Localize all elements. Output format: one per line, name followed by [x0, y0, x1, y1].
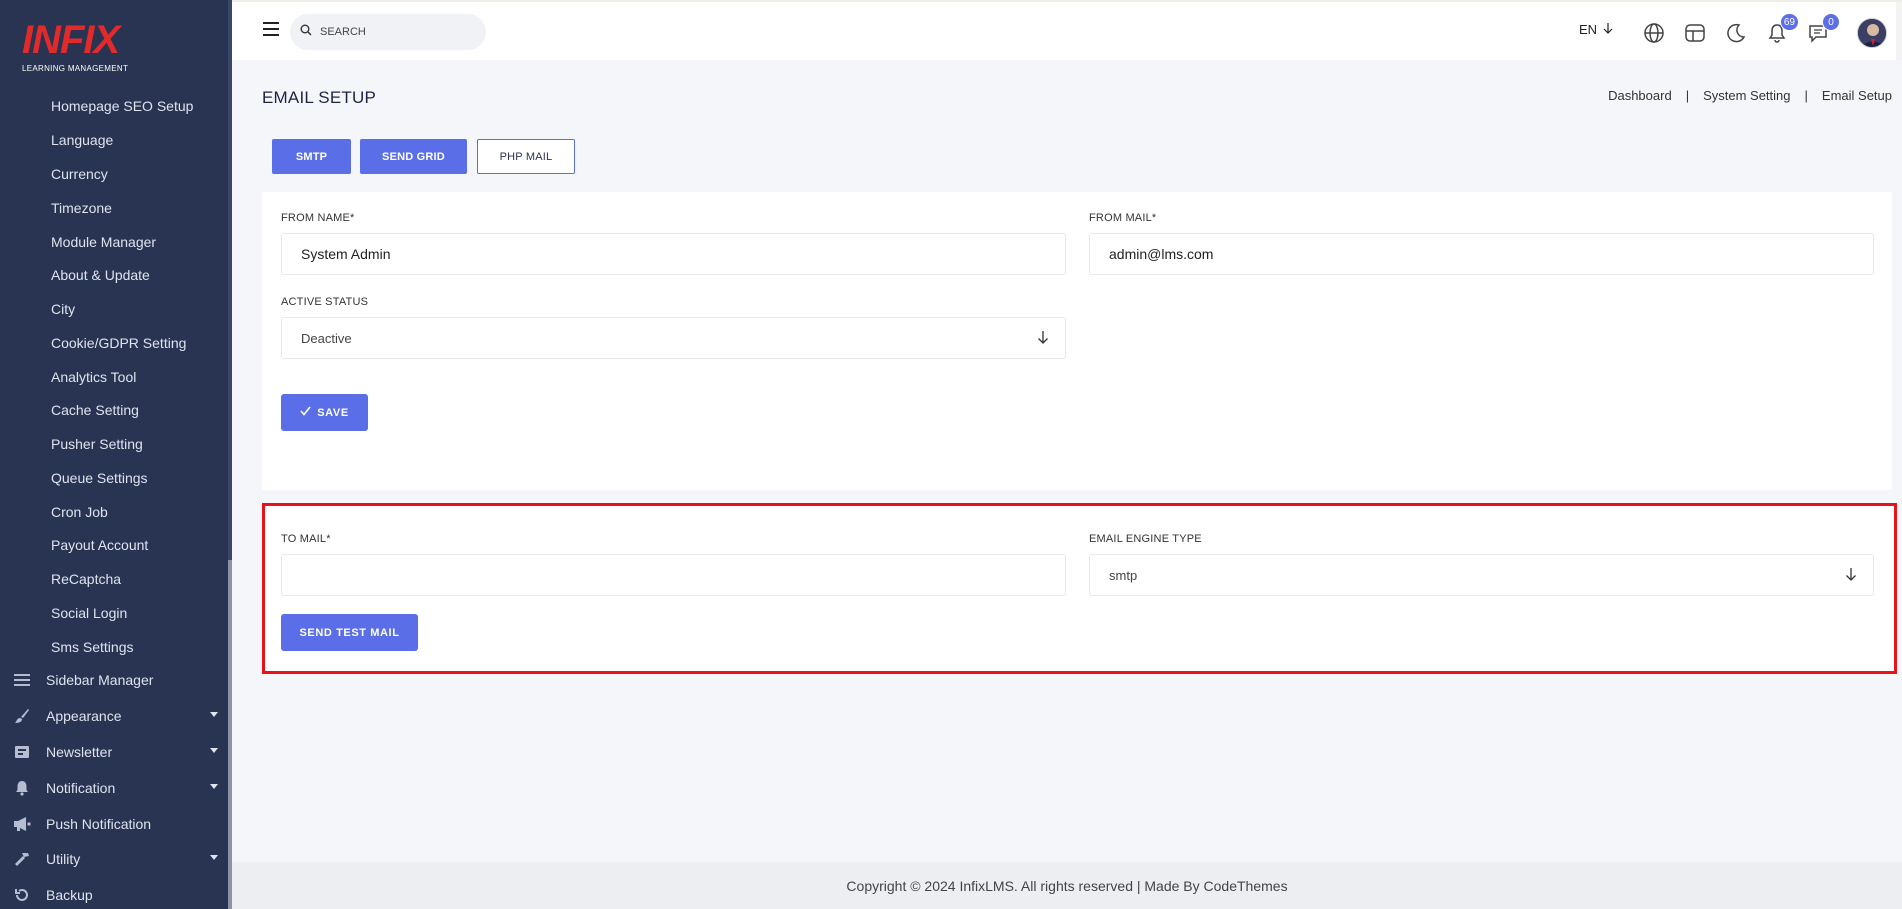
sidebar-item-sms-settings[interactable]: Sms Settings — [51, 638, 133, 656]
caret-down-icon — [210, 784, 218, 789]
sidebar-item-label: Newsletter — [46, 744, 113, 760]
sidebar-item-payout-account[interactable]: Payout Account — [51, 536, 148, 554]
sidebar-item-label: Utility — [46, 851, 81, 867]
breadcrumb-system-setting[interactable]: System Setting — [1703, 88, 1790, 103]
sidebar-item-queue-settings[interactable]: Queue Settings — [51, 469, 148, 487]
active-status-value: Deactive — [301, 330, 352, 346]
tab-php-mail[interactable]: PHP MAIL — [477, 139, 575, 174]
sidebar-item-homepage-seo-setup[interactable]: Homepage SEO Setup — [51, 97, 193, 115]
sidebar-item-timezone[interactable]: Timezone — [51, 199, 112, 217]
sidebar-item-recaptcha[interactable]: ReCaptcha — [51, 570, 121, 588]
check-icon — [300, 406, 311, 419]
newsletter-icon — [12, 742, 32, 762]
caret-down-icon — [210, 855, 218, 860]
sidebar-item-cookie-gdpr[interactable]: Cookie/GDPR Setting — [51, 334, 186, 352]
brand-tagline: LEARNING MANAGEMENT — [22, 64, 129, 73]
brush-icon — [12, 706, 32, 726]
sidebar-item-push-notification[interactable]: Push Notification — [12, 812, 218, 836]
save-button[interactable]: SAVE — [281, 394, 368, 431]
logo[interactable]: INFIX LEARNING MANAGEMENT — [22, 20, 128, 73]
sidebar-item-label: Notification — [46, 780, 116, 796]
sidebar-item-sidebar-manager[interactable]: Sidebar Manager — [12, 668, 218, 692]
hammer-icon — [12, 849, 32, 869]
sidebar: INFIX LEARNING MANAGEMENT Homepage SEO S… — [0, 0, 232, 909]
from-mail-field[interactable] — [1089, 233, 1874, 275]
sidebar-item-appearance[interactable]: Appearance — [12, 704, 218, 728]
search-icon — [300, 23, 312, 41]
sidebar-item-analytics-tool[interactable]: Analytics Tool — [51, 368, 136, 386]
menu-toggle-icon[interactable] — [263, 22, 279, 36]
messages-icon[interactable]: 0 — [1806, 13, 1840, 45]
sidebar-item-notification[interactable]: Notification — [12, 776, 218, 800]
backup-icon — [12, 885, 32, 905]
active-status-label: ACTIVE STATUS — [281, 296, 369, 308]
email-engine-type-value: smtp — [1109, 567, 1138, 583]
test-mail-card: TO MAIL* EMAIL ENGINE TYPE smtp SEND TES… — [262, 503, 1897, 674]
send-test-mail-button[interactable]: SEND TEST MAIL — [281, 614, 418, 651]
breadcrumb-separator: | — [1685, 88, 1690, 103]
email-engine-type-select[interactable]: smtp — [1089, 554, 1874, 596]
sidebar-item-newsletter[interactable]: Newsletter — [12, 740, 218, 764]
sidebar-item-about-update[interactable]: About & Update — [51, 266, 150, 284]
footer: Copyright © 2024 InfixLMS. All rights re… — [232, 862, 1902, 909]
from-name-field[interactable] — [281, 233, 1066, 275]
top-bar: EN 69 0 — [232, 0, 1902, 60]
language-value: EN — [1579, 22, 1598, 37]
search-input[interactable] — [320, 26, 470, 38]
page-scrollbar[interactable] — [1896, 2, 1902, 60]
sidebar-item-language[interactable]: Language — [51, 131, 113, 149]
avatar[interactable] — [1857, 18, 1887, 48]
caret-down-icon — [210, 712, 218, 717]
list-icon — [12, 670, 32, 690]
footer-copyright: Copyright © 2024 InfixLMS. All rights re… — [846, 877, 1288, 894]
sidebar-item-pusher-setting[interactable]: Pusher Setting — [51, 435, 143, 453]
caret-down-icon — [210, 748, 218, 753]
dark-mode-moon-icon[interactable] — [1724, 21, 1748, 45]
sidebar-item-backup[interactable]: Backup — [12, 883, 218, 907]
megaphone-icon — [12, 814, 32, 834]
brand-name: INFIX — [22, 18, 120, 62]
globe-icon[interactable] — [1642, 21, 1666, 45]
sidebar-item-module-manager[interactable]: Module Manager — [51, 233, 156, 251]
arrow-down-icon — [1845, 567, 1857, 584]
page-title: EMAIL SETUP — [262, 88, 376, 107]
email-settings-card: FROM NAME* FROM MAIL* ACTIVE STATUS Deac… — [262, 192, 1892, 490]
sidebar-item-label: Push Notification — [46, 816, 152, 832]
notification-count-badge: 69 — [1779, 13, 1799, 31]
sidebar-item-city[interactable]: City — [51, 300, 75, 318]
notification-bell-icon[interactable]: 69 — [1765, 13, 1799, 45]
sidebar-item-label: Backup — [46, 887, 93, 903]
sidebar-item-label: Sidebar Manager — [46, 672, 154, 688]
from-mail-label: FROM MAIL* — [1089, 212, 1157, 224]
breadcrumb-email-setup[interactable]: Email Setup — [1822, 88, 1892, 103]
to-mail-field[interactable] — [281, 554, 1066, 596]
breadcrumb-separator: | — [1804, 88, 1808, 103]
sidebar-item-cache-setting[interactable]: Cache Setting — [51, 401, 139, 419]
save-button-label: SAVE — [317, 406, 349, 419]
bell-icon — [12, 778, 32, 798]
breadcrumb-dashboard[interactable]: Dashboard — [1608, 88, 1672, 103]
sidebar-item-label: Appearance — [46, 708, 122, 724]
arrow-down-icon — [1603, 22, 1613, 37]
sidebar-item-social-login[interactable]: Social Login — [51, 604, 127, 622]
active-status-select[interactable]: Deactive — [281, 317, 1066, 359]
arrow-down-icon — [1037, 330, 1049, 347]
to-mail-label: TO MAIL* — [281, 533, 331, 545]
breadcrumb: Dashboard | System Setting | Email Setup — [1608, 88, 1892, 103]
tab-smtp[interactable]: SMTP — [272, 139, 351, 174]
email-engine-type-label: EMAIL ENGINE TYPE — [1089, 533, 1202, 545]
search-bar[interactable] — [290, 14, 486, 50]
message-count-badge: 0 — [1822, 13, 1840, 31]
sidebar-item-currency[interactable]: Currency — [51, 165, 108, 183]
layout-icon[interactable] — [1683, 21, 1707, 45]
sidebar-item-utility[interactable]: Utility — [12, 847, 218, 871]
sidebar-scroll-thumb[interactable] — [228, 560, 232, 909]
sidebar-item-cron-job[interactable]: Cron Job — [51, 503, 108, 521]
tab-sendgrid[interactable]: SEND GRID — [360, 139, 467, 174]
language-selector[interactable]: EN — [1579, 22, 1613, 37]
from-name-label: FROM NAME* — [281, 212, 355, 224]
